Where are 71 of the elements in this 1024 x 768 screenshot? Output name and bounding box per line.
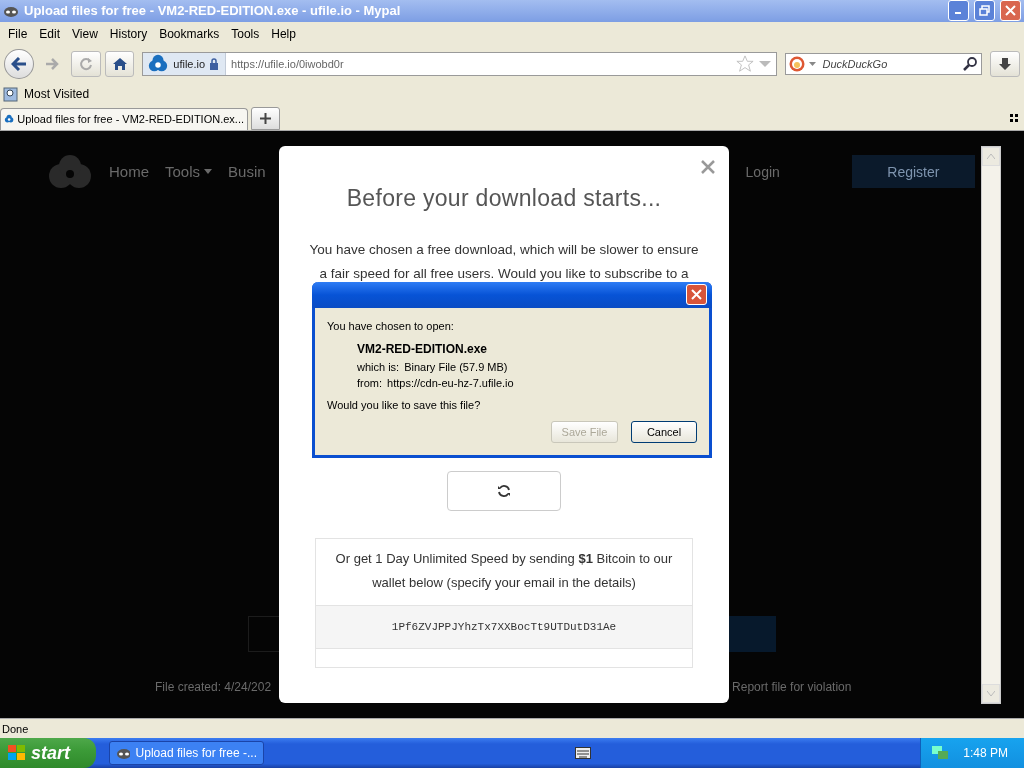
site-name: ufile.io — [173, 57, 206, 70]
restore-button[interactable] — [974, 0, 995, 22]
new-tab-button[interactable] — [251, 106, 280, 130]
clock: 1:48 PM — [963, 746, 1008, 760]
dropdown-arrow-icon[interactable] — [809, 61, 817, 66]
nav-link[interactable]: Home — [109, 163, 149, 181]
menu-item[interactable]: Bookmarks — [153, 26, 226, 41]
menu-item[interactable]: View — [66, 26, 104, 41]
save-question: Would you like to save this file? — [327, 397, 482, 413]
type-value: Binary File (57.9 MB) — [404, 359, 508, 375]
modal-title: Before your download starts... — [346, 183, 662, 213]
search-field[interactable]: DuckDuckGo — [785, 52, 983, 75]
browser-tab[interactable]: Upload files for free - VM2-RED-EDITION.ex... — [0, 107, 248, 130]
paragraph-line: You have chosen a free download, which will be slower to ensure — [309, 240, 699, 259]
grid-icon[interactable] — [1010, 113, 1018, 122]
register-button[interactable]: Register — [851, 155, 975, 189]
dropdown-arrow-icon[interactable] — [758, 59, 773, 68]
arrow-left-icon — [10, 56, 27, 71]
menu-item[interactable]: Tools — [225, 26, 266, 41]
raccoon-icon — [116, 746, 130, 760]
status-text: Done — [2, 722, 29, 735]
wallet-address: 1Pf6ZVJPPJYhzTx7XXBocTt9UTDutD31Ae — [316, 604, 692, 649]
search-icon[interactable] — [963, 56, 978, 71]
menu-item[interactable]: File — [2, 26, 34, 41]
report-link[interactable]: Report file for violation — [732, 679, 852, 694]
keyboard-icon[interactable] — [575, 747, 592, 759]
network-icon[interactable] — [931, 745, 950, 761]
restore-icon — [979, 5, 990, 17]
minimize-button[interactable] — [948, 0, 969, 22]
logo-icon — [47, 153, 93, 190]
file-name: VM2-RED-EDITION.exe — [357, 340, 489, 357]
bitcoin-note: Or get 1 Day Unlimited Speed by sending $1 Bitcoin to our wallet below (specify your email in the details) — [334, 549, 674, 592]
type-label: which is: — [357, 359, 400, 375]
download-icon — [998, 56, 1013, 71]
window-title: Upload files for free - VM2-RED-EDITION.exe - ufile.io - Mypal — [24, 3, 402, 19]
menu-item[interactable]: History — [103, 26, 154, 41]
duck-icon — [789, 55, 806, 72]
reload-icon — [78, 56, 93, 71]
menu-item[interactable]: Edit — [33, 26, 67, 41]
nav-link[interactable]: Tools — [165, 163, 201, 181]
paragraph-line: a fair speed for all free users. Would you like to subscribe to a — [319, 264, 689, 283]
close-button[interactable] — [686, 284, 707, 306]
plus-icon — [260, 112, 271, 124]
back-button[interactable] — [4, 48, 34, 79]
url-text: https://ufile.io/0iwobd0r — [230, 57, 345, 70]
close-button[interactable] — [1000, 0, 1021, 22]
taskbar-button[interactable]: Upload files for free -... — [109, 741, 264, 765]
star-icon[interactable] — [736, 54, 755, 73]
lock-icon — [209, 57, 220, 70]
file-created-text: File created: 4/24/202 — [155, 679, 272, 694]
source-value: https://cdn-eu-hz-7.ufile.io — [387, 375, 514, 391]
address-bar[interactable]: ufile.io https://ufile.io/0iwobd0r — [142, 51, 778, 76]
home-button[interactable] — [104, 50, 135, 77]
raccoon-icon — [3, 4, 19, 18]
dialog-button[interactable]: Cancel — [631, 420, 697, 443]
arrow-right-icon — [45, 57, 60, 70]
refresh-icon — [497, 483, 511, 498]
close-icon — [1005, 5, 1016, 17]
nav-link[interactable]: Busin — [228, 163, 266, 181]
start-button[interactable]: start — [0, 738, 96, 768]
dialog-heading: You have chosen to open: — [327, 318, 455, 334]
close-icon[interactable] — [701, 159, 715, 174]
download-button[interactable] — [990, 50, 1021, 77]
menu-item[interactable]: Help — [265, 26, 302, 41]
close-icon — [691, 289, 702, 301]
bookmark-item[interactable]: Most Visited — [24, 86, 90, 101]
login-link[interactable]: Login — [745, 163, 780, 180]
source-label: from: — [357, 375, 383, 391]
windows-flag-icon — [8, 745, 26, 761]
home-icon — [111, 56, 128, 71]
folder-search-icon — [3, 85, 19, 102]
